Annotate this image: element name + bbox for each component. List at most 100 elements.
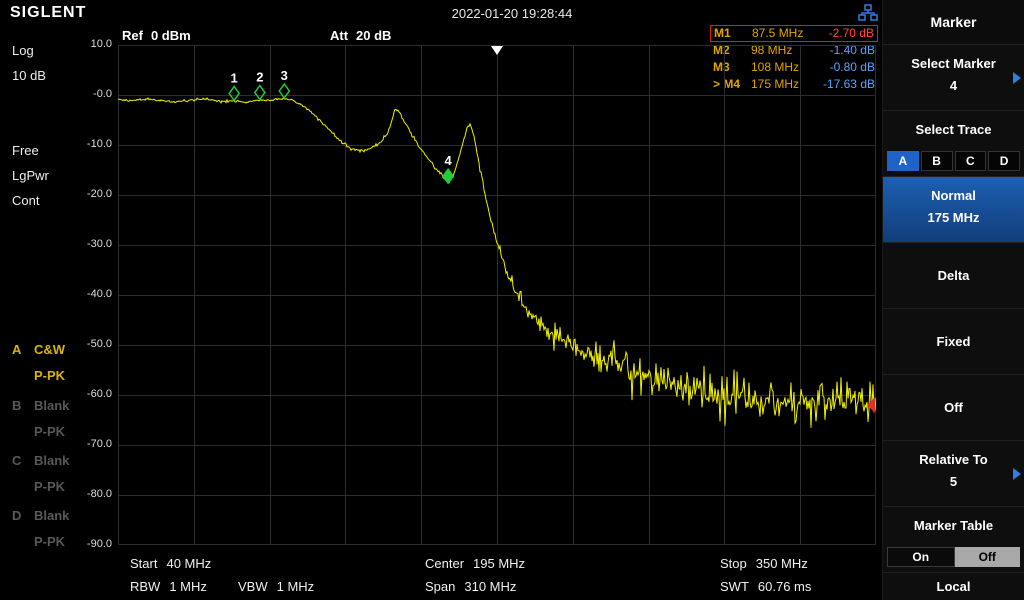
y-tick-label: -50.0 [86,338,112,350]
vbw: VBW 1 MHz [238,579,314,594]
marker-label-2: 2 [256,70,263,85]
trace-d-detector: P-PK [34,534,66,549]
sweep-mode: Cont [12,193,40,208]
marker-normal-button[interactable]: Normal 175 MHz [883,177,1024,243]
span-value: 310 MHz [464,579,517,594]
marker-label-3: 3 [281,68,288,83]
trace-tab-d[interactable]: D [988,151,1020,171]
trace-b-status: B Blank [12,398,69,413]
trace-b-mode: Blank [34,398,70,413]
ref-label: Ref [122,28,143,43]
marker-diamond-1 [228,85,241,102]
datetime: 2022-01-20 19:28:44 [451,6,573,21]
marker-table-label: Marker Table [913,518,994,533]
fixed-label: Fixed [936,334,971,349]
select-trace-label: Select Trace [915,122,992,137]
trace-a-status: A C&W [12,342,65,357]
vbw-value: 1 MHz [276,579,315,594]
y-tick-label: -70.0 [86,438,112,450]
submenu-arrow-icon [1013,71,1021,84]
normal-label: Normal [931,188,976,203]
trace-a-id: A [12,342,22,357]
start-value: 40 MHz [166,556,212,571]
marker-delta-button[interactable]: Delta [883,243,1024,309]
delta-label: Delta [937,268,970,283]
amp-scale-value: 10 dB [12,68,46,83]
attenuation: Att 20 dB [330,28,391,43]
marker-id: M1 [714,26,731,40]
marker-amp: -2.70 dB [828,26,874,40]
select-marker-button[interactable]: Select Marker 4 [883,45,1024,111]
marker-table-toggle: On Off [887,547,1020,567]
graticule-area: 1 2 3 4 [118,45,876,545]
y-tick-label: -0.0 [93,88,112,100]
local-button[interactable]: Local [883,573,1024,600]
spectrum-analyzer-screen: SIGLENT 2022-01-20 19:28:44 Ref 0 dBm Att… [0,0,1024,600]
att-label: Att [330,28,349,43]
center-value: 195 MHz [473,556,526,571]
span: Span 310 MHz [425,579,516,594]
trace-tab-c[interactable]: C [954,151,987,171]
trace-tab-group: A B C D [886,151,1021,171]
trace-c-mode: Blank [34,453,70,468]
y-tick-label: -60.0 [86,388,112,400]
trace-tab-b[interactable]: B [920,151,953,171]
start-freq: Start 40 MHz [130,556,211,571]
y-tick-label: -80.0 [86,488,112,500]
ref-value: 0 dBm [150,28,191,43]
trace-plot: 1 2 3 4 [118,45,876,545]
marker-label-4: 4 [444,153,452,168]
trace-d-id: D [12,508,22,523]
trace-tab-a[interactable]: A [887,151,919,171]
normal-value: 175 MHz [927,210,980,225]
softkey-menu: Marker Select Marker 4 Select Trace A B … [882,0,1024,600]
menu-title: Marker [883,0,1024,45]
submenu-arrow-icon [1013,467,1021,480]
ref-level: Ref 0 dBm [122,28,191,43]
stop-value: 350 MHz [755,556,808,571]
marker-freq: 87.5 MHz [752,26,804,40]
marker-table-button[interactable]: Marker Table On Off [883,507,1024,573]
marker-diamond-4 [442,167,455,185]
select-trace-button[interactable]: Select Trace A B C D [883,111,1024,177]
y-tick-label: -30.0 [86,238,112,250]
marker-table-on[interactable]: On [887,547,955,567]
span-label: Span [425,579,456,594]
y-tick-label: -40.0 [86,288,112,300]
stop-label: Stop [720,556,747,571]
amp-scale-type: Log [12,43,34,58]
start-label: Start [130,556,158,571]
relative-to-label: Relative To [919,452,988,467]
trace-c-status: C Blank [12,453,69,468]
trace-c-detector: P-PK [34,479,66,494]
select-marker-label: Select Marker [911,56,996,71]
marker-row-m1: M1 87.5 MHz -2.70 dB [710,25,878,42]
rbw-label: RBW [130,579,161,594]
trace-a-detector: P-PK [34,368,66,383]
off-label: Off [944,400,963,415]
trace-b-detector: P-PK [34,424,66,439]
y-tick-label: -10.0 [86,138,112,150]
y-tick-label: -90.0 [86,538,112,550]
stop-freq: Stop 350 MHz [720,556,808,571]
swt-value: 60.76 ms [757,579,812,594]
trace-d-mode: Blank [34,508,70,523]
marker-table-off[interactable]: Off [954,547,1020,567]
network-status-icon [858,4,878,21]
select-marker-value: 4 [949,78,958,93]
rbw: RBW 1 MHz [130,579,207,594]
center-freq-indicator [491,46,503,55]
marker-off-button[interactable]: Off [883,375,1024,441]
rbw-value: 1 MHz [169,579,207,594]
marker-fixed-button[interactable]: Fixed [883,309,1024,375]
marker-diamond-2 [253,84,266,101]
power-mode: LgPwr [12,168,49,183]
trace-a-mode: C&W [34,342,66,357]
y-tick-label: 10.0 [90,38,112,50]
trigger-mode: Free [12,143,39,158]
y-tick-label: -20.0 [86,188,112,200]
relative-to-button[interactable]: Relative To 5 [883,441,1024,507]
att-value: 20 dB [356,28,392,43]
siglent-logo: SIGLENT [10,4,87,21]
marker-label-1: 1 [231,71,238,86]
